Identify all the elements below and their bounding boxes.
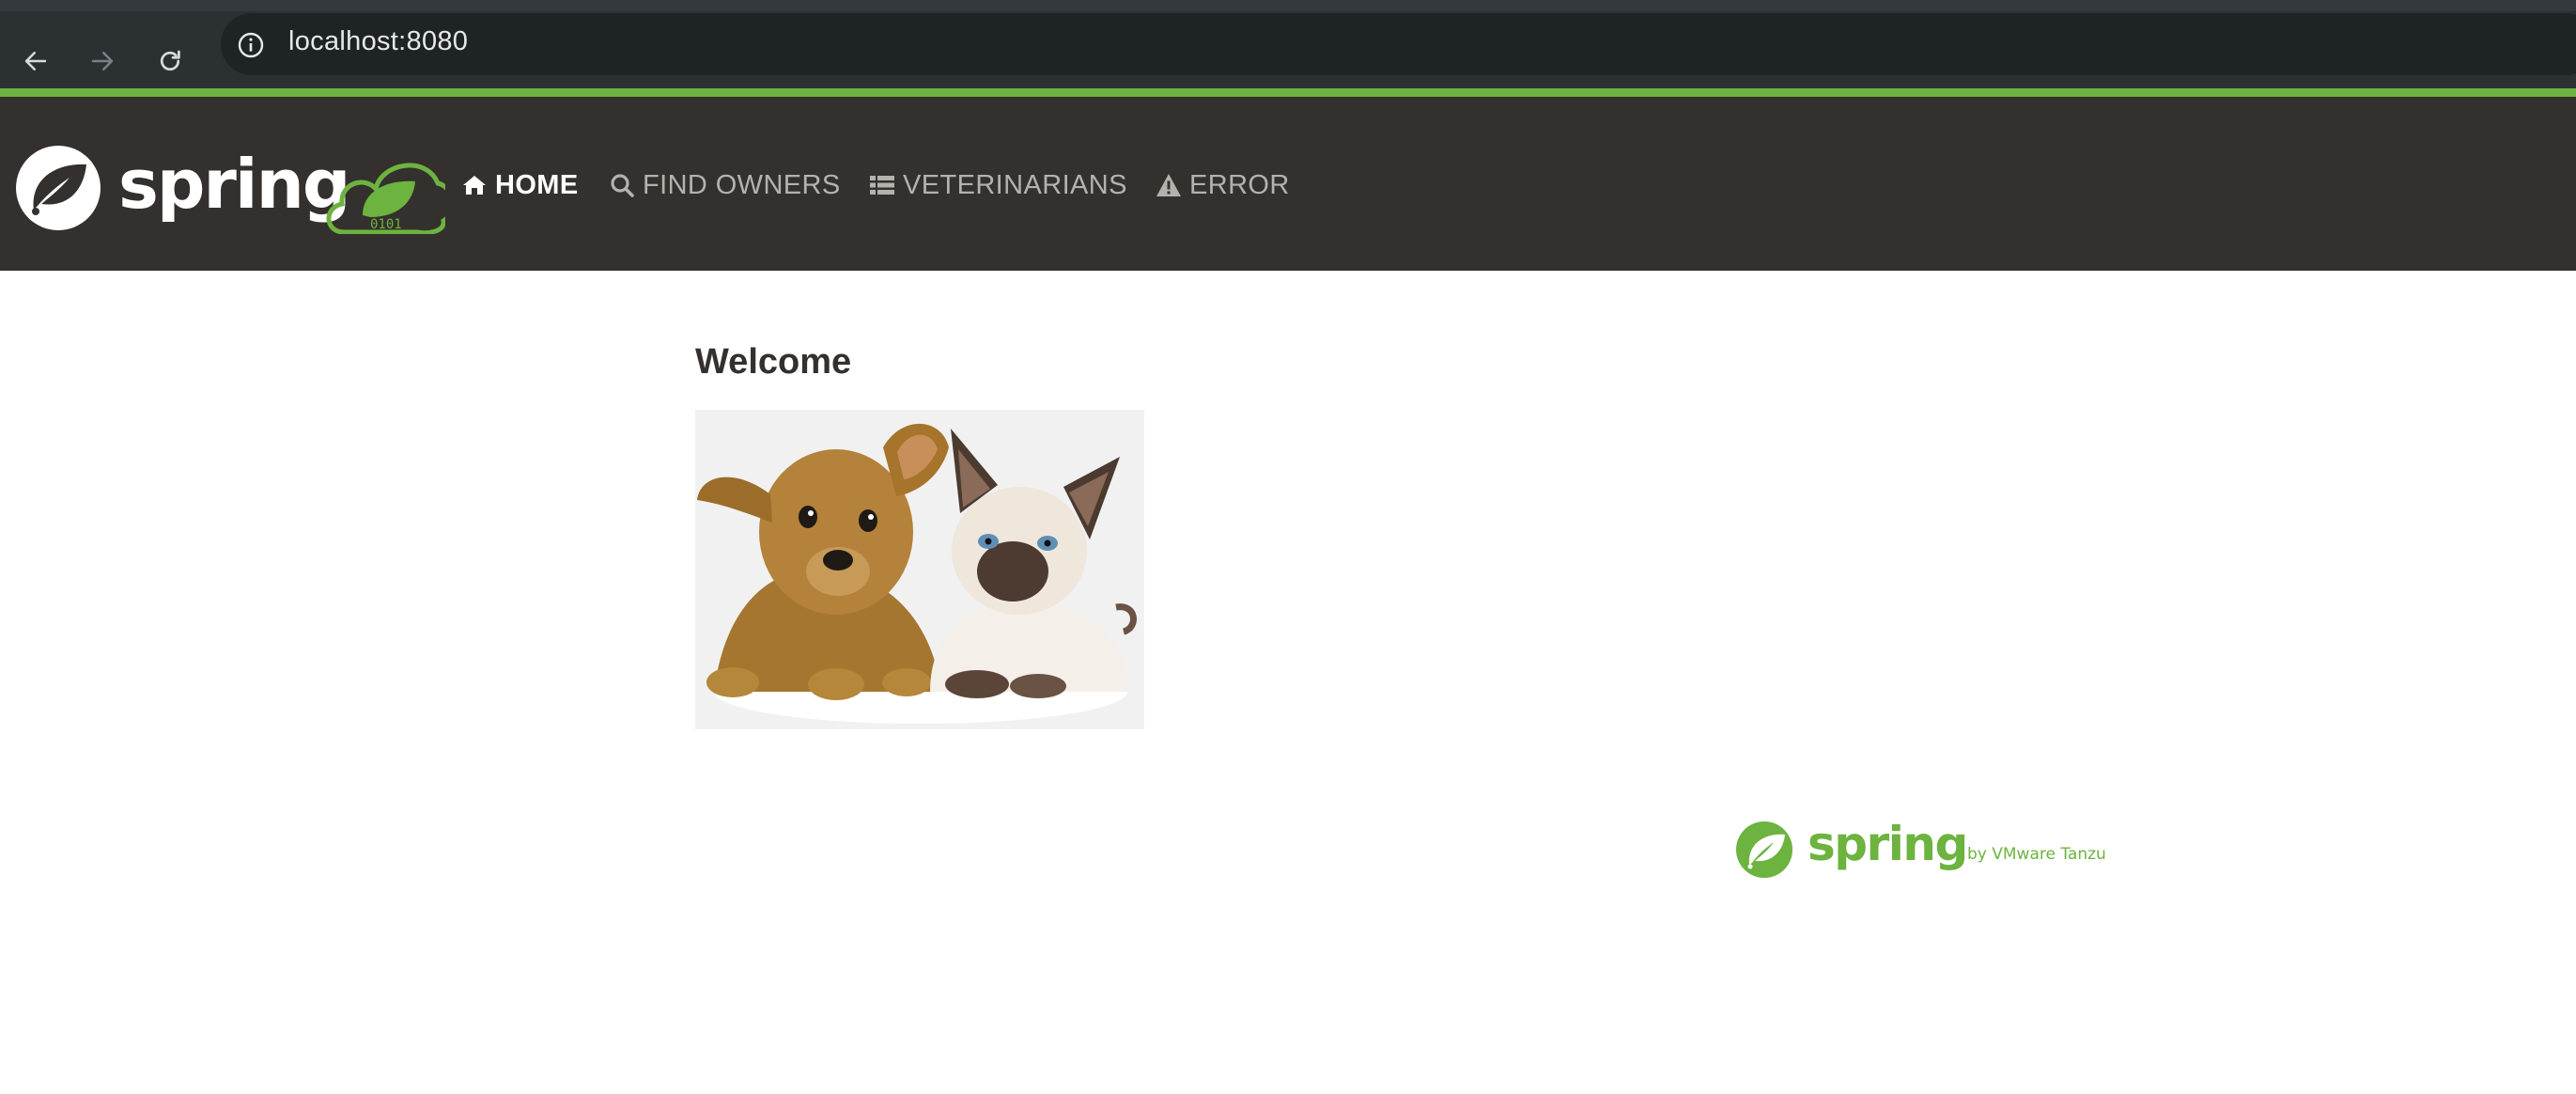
- warning-icon: [1156, 172, 1182, 198]
- nav-item-label: HOME: [495, 169, 579, 200]
- url-text[interactable]: localhost:8080: [288, 26, 468, 57]
- page-title: Welcome: [695, 342, 852, 382]
- browser-top-strip: [0, 0, 2576, 11]
- home-icon: [461, 172, 488, 198]
- svg-text:spring: spring: [118, 145, 349, 224]
- nav-item-find-owners[interactable]: FIND OWNERS: [609, 164, 841, 206]
- navbar: spring 0101 HOME FIND OWNERS VETERINARIA…: [0, 97, 2576, 271]
- arrow-right-icon: [91, 52, 114, 70]
- svg-text:0101: 0101: [370, 217, 402, 232]
- reload-button[interactable]: [146, 37, 194, 86]
- reload-icon: [160, 50, 180, 71]
- back-button[interactable]: [11, 37, 60, 86]
- brand-logo[interactable]: spring 0101: [13, 142, 455, 236]
- list-icon: [869, 172, 895, 198]
- nav-item-home[interactable]: HOME: [461, 164, 579, 206]
- site-info-button[interactable]: [230, 24, 272, 66]
- spring-by-vmware-tanzu-logo-icon: spring ® by VMware Tanzu: [1736, 817, 2106, 878]
- footer-logo: spring ® by VMware Tanzu: [1736, 816, 2121, 883]
- nav-item-veterinarians[interactable]: VETERINARIANS: [869, 164, 1127, 206]
- nav-item-label: VETERINARIANS: [903, 169, 1127, 200]
- svg-text:by VMware Tanzu: by VMware Tanzu: [1967, 845, 2106, 864]
- svg-text:®: ®: [1958, 835, 1964, 842]
- nav-item-error[interactable]: ERROR: [1156, 164, 1290, 206]
- forward-button[interactable]: [78, 37, 127, 86]
- navbar-accent-line: [0, 88, 2576, 97]
- search-icon: [609, 172, 635, 198]
- arrow-left-icon: [24, 52, 47, 70]
- pets-image: [695, 410, 1144, 729]
- svg-text:spring: spring: [1808, 817, 1967, 871]
- spring-logo-icon: spring 0101: [16, 145, 455, 236]
- nav-item-label: FIND OWNERS: [643, 169, 841, 200]
- info-circle-icon: [238, 32, 264, 58]
- address-bar[interactable]: [221, 13, 2576, 75]
- nav-item-label: ERROR: [1189, 169, 1290, 200]
